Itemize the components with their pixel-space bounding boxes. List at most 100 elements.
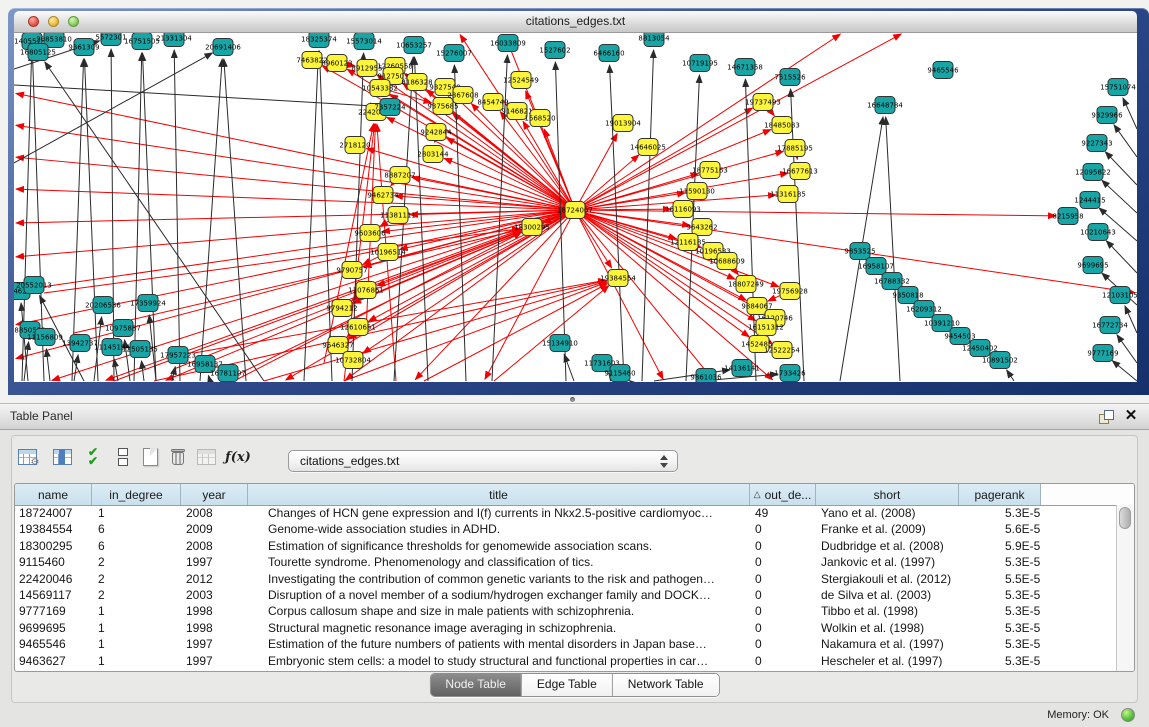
column-header-pagerank[interactable]: pagerank <box>959 484 1041 505</box>
scrollbar-thumb[interactable] <box>1119 507 1131 529</box>
graph-edge[interactable] <box>1123 98 1137 129</box>
delete-column-button[interactable] <box>165 444 191 470</box>
table-row[interactable]: 946362711997Embryonic stem cells: a mode… <box>15 653 1116 669</box>
table-cell[interactable]: 2008 <box>181 505 248 521</box>
column-header-year[interactable]: year <box>181 484 248 505</box>
table-cell[interactable]: 49 <box>750 505 816 521</box>
network-window[interactable]: citations_edges.txt 18724007183002951938… <box>8 8 1149 395</box>
select-columns-button[interactable]: ✔✔ <box>79 444 105 470</box>
table-cell[interactable]: Tibbo et al. (1998) <box>816 603 959 619</box>
graph-edge[interactable] <box>1007 370 1014 381</box>
network-view-canvas[interactable]: 1872400718300295193845547463822896012389… <box>14 33 1137 382</box>
table-cell[interactable]: Estimation of the future numbers of pati… <box>248 636 750 652</box>
table-cell[interactable]: Investigating the contribution of common… <box>248 571 750 587</box>
table-vertical-scrollbar[interactable] <box>1116 505 1134 671</box>
column-header-out_de[interactable]: △out_de... <box>750 484 816 505</box>
table-cell[interactable]: 5.3E-5 <box>959 603 1041 619</box>
graph-edge[interactable] <box>629 380 630 381</box>
table-cell[interactable]: 0 <box>750 521 816 537</box>
graph-edge[interactable] <box>791 89 804 381</box>
table-cell[interactable]: 19384554 <box>15 521 92 537</box>
table-cell[interactable]: Corpus callosum shape and size in male p… <box>248 603 750 619</box>
table-cell[interactable]: 0 <box>750 538 816 554</box>
table-row[interactable]: 1872400712008Changes of HCN gene express… <box>15 505 1116 521</box>
table-cell[interactable]: Genome-wide association studies in ADHD. <box>248 521 750 537</box>
table-cell[interactable]: 0 <box>750 587 816 603</box>
table-cell[interactable]: 18724007 <box>15 505 92 521</box>
network-window-titlebar[interactable]: citations_edges.txt <box>14 11 1137 33</box>
table-cell[interactable]: de Silva et al. (2003) <box>816 587 959 603</box>
delete-table-button[interactable] <box>193 444 219 470</box>
graph-edge[interactable] <box>344 282 607 381</box>
graph-edge[interactable] <box>16 157 575 210</box>
table-cell[interactable]: Structural magnetic resonance image aver… <box>248 620 750 636</box>
table-cell[interactable]: 1 <box>92 620 181 636</box>
row-mode-button[interactable] <box>110 444 136 470</box>
table-cell[interactable]: 9463627 <box>15 653 92 669</box>
table-cell[interactable]: 0 <box>750 571 816 587</box>
column-header-name[interactable]: name <box>15 484 92 505</box>
table-row[interactable]: 1938455462009Genome-wide association stu… <box>15 521 1116 537</box>
table-cell[interactable]: Franke et al. (2009) <box>816 521 959 537</box>
table-cell[interactable]: 1 <box>92 505 181 521</box>
graph-edge[interactable] <box>72 59 84 381</box>
graph-edge[interactable] <box>85 59 98 381</box>
table-cell[interactable]: 22420046 <box>15 571 92 587</box>
table-cell[interactable]: 9465546 <box>15 636 92 652</box>
table-cell[interactable]: 6 <box>92 538 181 554</box>
table-cell[interactable]: Yano et al. (2008) <box>816 505 959 521</box>
table-cell[interactable]: 5.6E-5 <box>959 521 1041 537</box>
table-cell[interactable]: 0 <box>750 653 816 669</box>
graph-edge[interactable] <box>1112 361 1137 381</box>
float-panel-button[interactable] <box>1099 410 1113 424</box>
table-row[interactable]: 1830029562008Estimation of significance … <box>15 538 1116 554</box>
table-cell[interactable]: 5.3E-5 <box>959 636 1041 652</box>
graph-edge[interactable] <box>424 284 607 381</box>
table-row[interactable]: 969969511998Structural magnetic resonanc… <box>15 620 1116 636</box>
table-cell[interactable]: Changes of HCN gene expression and I(f) … <box>248 505 750 521</box>
table-cell[interactable]: 5.5E-5 <box>959 571 1041 587</box>
table-row[interactable]: 2242004622012Investigating the contribut… <box>15 571 1116 587</box>
table-cell[interactable]: 5.3E-5 <box>959 505 1041 521</box>
graph-edge[interactable] <box>16 210 575 223</box>
table-cell[interactable]: 9777169 <box>15 603 92 619</box>
table-cell[interactable]: 2 <box>92 587 181 603</box>
graph-edge[interactable] <box>200 59 222 381</box>
table-options-button[interactable]: ⚙ <box>14 444 40 470</box>
table-cell[interactable]: 1 <box>92 636 181 652</box>
table-row[interactable]: 1456911722003Disruption of a novel membe… <box>15 587 1116 603</box>
table-cell[interactable]: 1 <box>92 653 181 669</box>
table-cell[interactable]: 5.3E-5 <box>959 587 1041 603</box>
table-cell[interactable]: 2009 <box>181 521 248 537</box>
graph-edge[interactable] <box>114 359 118 381</box>
table-row[interactable]: 946554611997Estimation of the future num… <box>15 636 1116 652</box>
graph-edge[interactable] <box>16 125 575 210</box>
citation-network-graph[interactable]: 1872400718300295193845547463822896012389… <box>14 33 1137 382</box>
graph-edge[interactable] <box>1102 180 1137 213</box>
table-cell[interactable]: 5.3E-5 <box>959 554 1041 570</box>
table-cell[interactable]: 1 <box>92 603 181 619</box>
panel-splitter[interactable] <box>0 395 1149 403</box>
table-cell[interactable]: 1997 <box>181 653 248 669</box>
column-header-short[interactable]: short <box>816 484 959 505</box>
table-cell[interactable]: 0 <box>750 620 816 636</box>
graph-edge[interactable] <box>14 85 378 106</box>
graph-edge[interactable] <box>174 50 180 381</box>
table-cell[interactable]: 1997 <box>181 636 248 652</box>
table-cell[interactable]: Disruption of a novel member of a sodium… <box>248 587 750 603</box>
table-cell[interactable]: Stergiakouli et al. (2012) <box>816 571 959 587</box>
tab-edge-table[interactable]: Edge Table <box>521 674 612 696</box>
table-cell[interactable]: Estimation of significance thresholds fo… <box>248 538 750 554</box>
graph-edge[interactable] <box>172 367 175 381</box>
graph-edge[interactable] <box>16 210 575 257</box>
table-cell[interactable]: Nakamura et al. (1997) <box>816 636 959 652</box>
table-cell[interactable]: 1997 <box>181 554 248 570</box>
graph-edge[interactable] <box>44 229 520 293</box>
tab-node-table[interactable]: Node Table <box>430 674 521 696</box>
table-cell[interactable]: 0 <box>750 603 816 619</box>
table-cell[interactable]: 9699695 <box>15 620 92 636</box>
column-header-title[interactable]: title <box>248 484 750 505</box>
table-selector-dropdown[interactable]: citations_edges.txt <box>288 450 678 472</box>
table-cell[interactable]: 14569117 <box>15 587 92 603</box>
table-cell[interactable]: 0 <box>750 554 816 570</box>
